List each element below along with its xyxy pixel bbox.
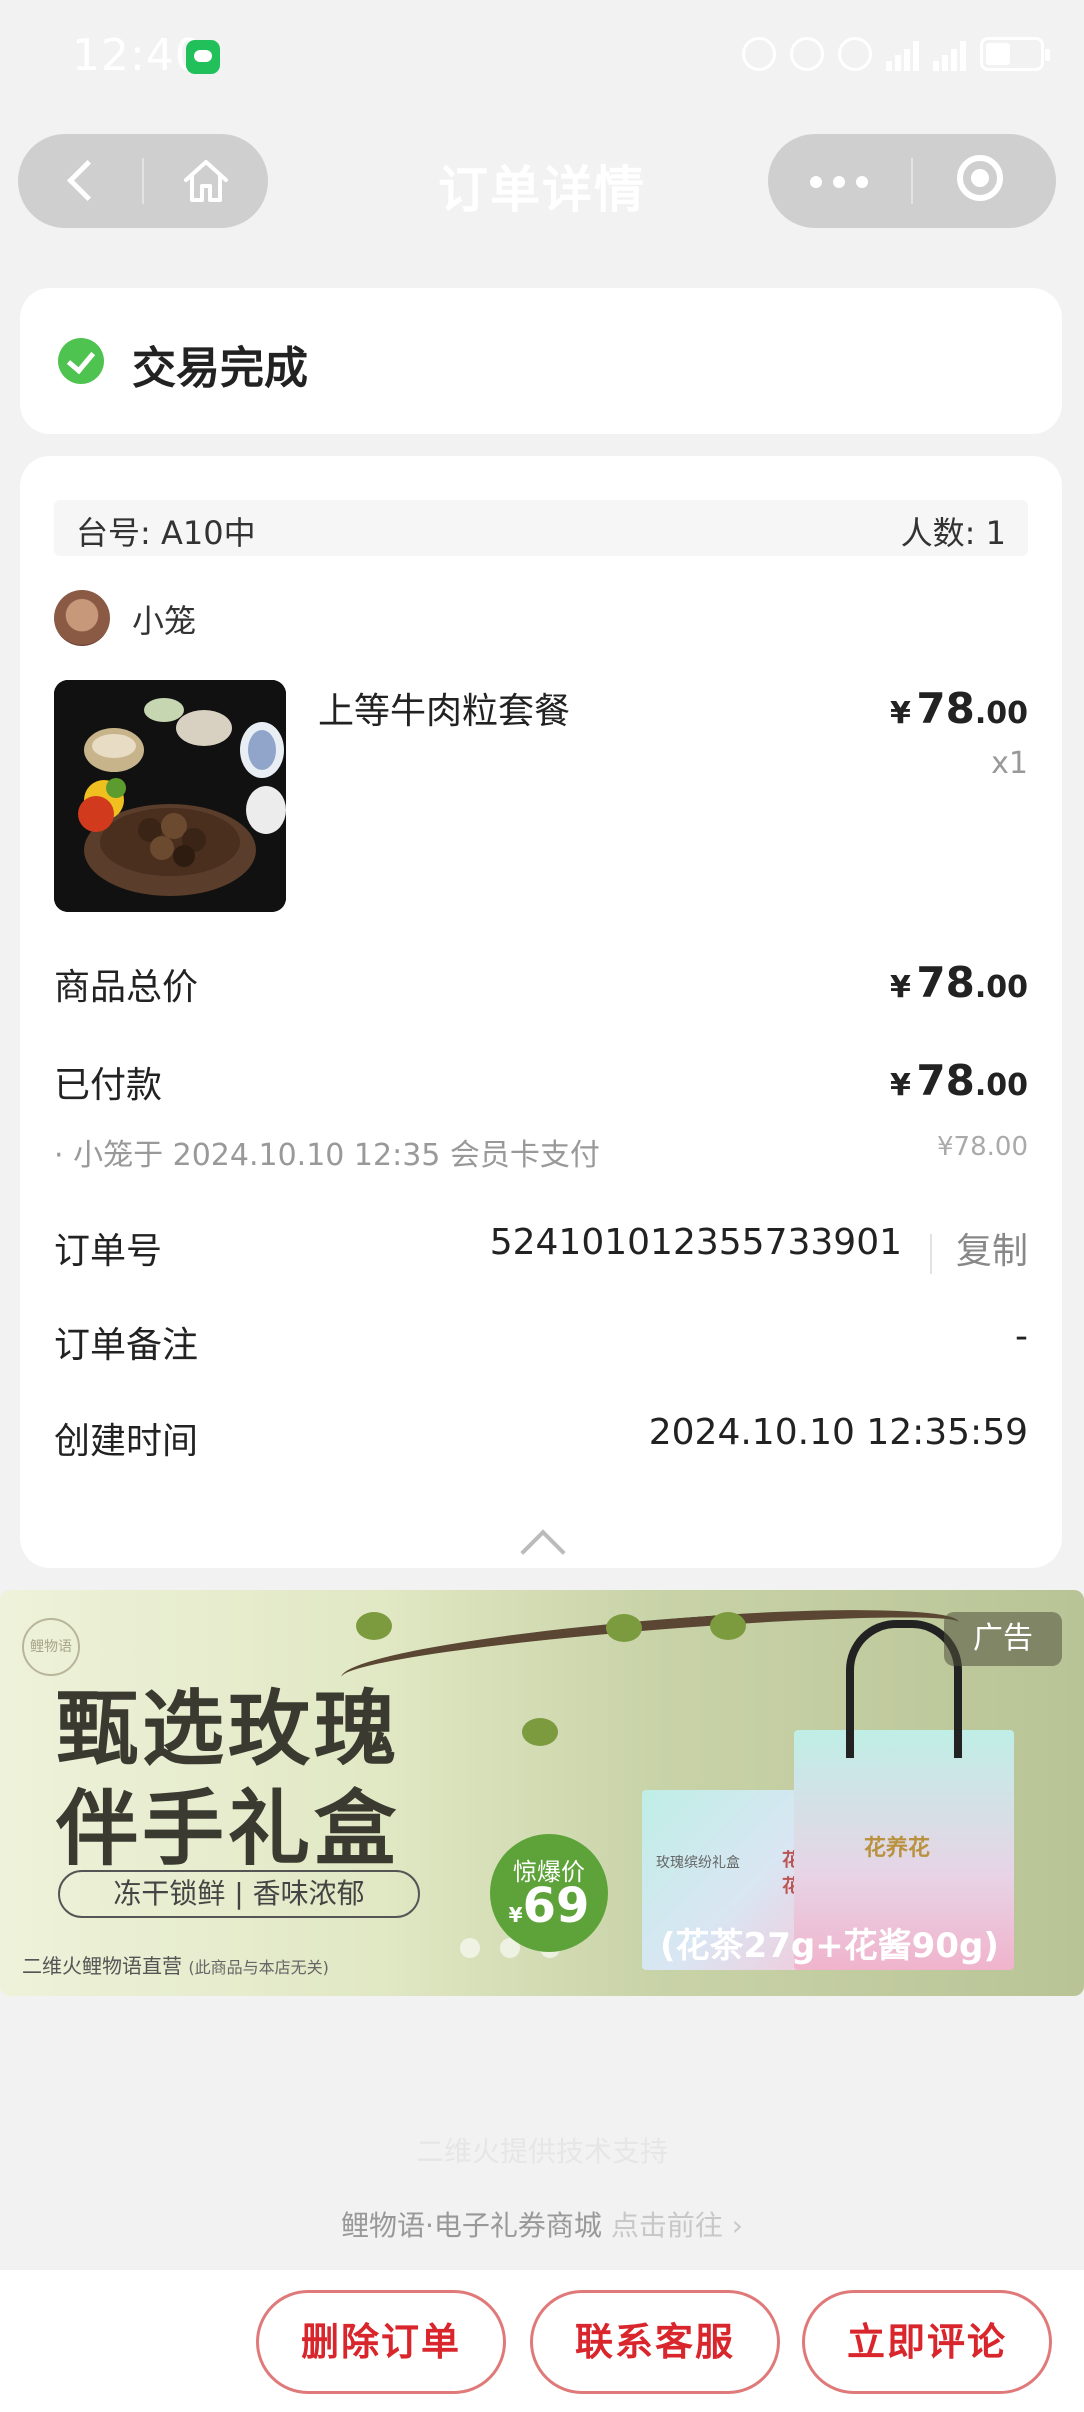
- ad-footer-text: 二维火鲤物语直营: [22, 1954, 182, 1978]
- table-number: 台号: A10中: [76, 514, 256, 552]
- ad-title: 甄选玫瑰 伴手礼盒: [56, 1680, 400, 1880]
- ad-banner[interactable]: 鲤物语 甄选玫瑰 伴手礼盒 冻干锁鲜 | 香味浓郁 二维火鲤物语直营 (此商品与…: [0, 1590, 1084, 1996]
- total-decimal: .00: [974, 970, 1028, 1005]
- status-icons: [742, 34, 1050, 74]
- ad-badge-price: ¥69: [508, 1878, 590, 1934]
- paid-price: ¥ 78.00: [890, 1056, 1028, 1105]
- ad-price-badge: 惊爆价 ¥69: [490, 1834, 608, 1952]
- price-currency: ¥: [889, 696, 911, 731]
- avatar: [54, 590, 110, 646]
- moss-decoration: [522, 1718, 558, 1746]
- user-name: 小笼: [132, 602, 197, 640]
- ad-title-line2: 伴手礼盒: [56, 1782, 401, 1877]
- ad-footer-note: (此商品与本店无关): [188, 1958, 329, 1977]
- product-price: ¥ 78.00: [890, 684, 1028, 733]
- mute-icon: [838, 37, 872, 71]
- mall-link-text: 鲤物语·电子礼券商城: [341, 2209, 602, 2242]
- nav-capsule-right: [768, 134, 1056, 228]
- ad-subtitle: (花茶27g+花酱90g): [660, 1926, 999, 1966]
- bluetooth-icon: [790, 37, 824, 71]
- signal-icon-2: [933, 37, 966, 71]
- copy-button[interactable]: 复制: [956, 1222, 1028, 1274]
- paid-currency: ¥: [889, 1068, 911, 1103]
- status-time: 12:40: [72, 30, 204, 81]
- check-icon: [58, 338, 104, 384]
- signal-icon: [886, 37, 919, 71]
- wechat-icon: [186, 40, 220, 74]
- product-image[interactable]: [54, 680, 286, 912]
- status-bar: 12:40: [0, 0, 1084, 110]
- payment-detail-amount: ¥78.00: [937, 1132, 1028, 1162]
- total-label: 商品总价: [54, 967, 199, 1008]
- delete-order-button[interactable]: 删除订单: [256, 2290, 506, 2394]
- total-integer: 78: [916, 958, 975, 1007]
- ad-feature-pill: 冻干锁鲜 | 香味浓郁: [58, 1870, 420, 1918]
- order-detail-card: 台号: A10中 人数: 1 小笼 上等牛肉粒套餐 ¥ 78.00 x1 商品总…: [20, 456, 1062, 1568]
- more-icon[interactable]: [768, 134, 911, 228]
- moss-decoration: [606, 1614, 642, 1642]
- created-time-label: 创建时间: [54, 1421, 199, 1462]
- gift-box-label: 玫瑰缤纷礼盒: [656, 1855, 740, 1871]
- total-price: ¥ 78.00: [890, 958, 1028, 1007]
- review-button[interactable]: 立即评论: [802, 2290, 1052, 2394]
- created-time-value: 2024.10.10 12:35:59: [648, 1412, 1028, 1453]
- close-miniprogram-icon[interactable]: [913, 134, 1056, 228]
- order-status-card: 交易完成: [20, 288, 1062, 434]
- people-count: 人数: 1: [900, 514, 1006, 552]
- ad-tag: 广告: [944, 1612, 1062, 1666]
- product-quantity: x1: [991, 746, 1028, 781]
- price-decimal: .00: [974, 696, 1028, 731]
- mall-link-action[interactable]: 点击前往 ›: [611, 2209, 743, 2242]
- remark-label: 订单备注: [54, 1325, 199, 1366]
- gift-bag-brand: 花养花: [864, 1836, 931, 1861]
- moss-decoration: [710, 1612, 746, 1640]
- battery-icon: [980, 37, 1050, 71]
- alarm-icon: [742, 37, 776, 71]
- ad-title-line1: 甄选玫瑰: [56, 1682, 401, 1777]
- payment-detail: · 小笼于 2024.10.10 12:35 会员卡支付: [54, 1138, 600, 1173]
- tech-support-text: 二维火提供技术支持: [415, 2135, 668, 2168]
- paid-integer: 78: [916, 1056, 975, 1105]
- moss-decoration: [356, 1612, 392, 1640]
- order-number-label: 订单号: [54, 1231, 163, 1272]
- price-integer: 78: [916, 684, 975, 733]
- contact-service-button[interactable]: 联系客服: [530, 2290, 780, 2394]
- product-name: 上等牛肉粒套餐: [318, 691, 571, 732]
- remark-value: -: [1015, 1316, 1028, 1357]
- order-status-text: 交易完成: [132, 343, 308, 394]
- ad-footer: 二维火鲤物语直营 (此商品与本店无关): [22, 1950, 329, 1979]
- table-info-bar: 台号: A10中 人数: 1: [54, 500, 1028, 556]
- paid-label: 已付款: [54, 1065, 163, 1106]
- order-number: 524101012355733901: [489, 1222, 902, 1263]
- ad-brand-logo: 鲤物语: [22, 1618, 80, 1676]
- copy-divider: [930, 1234, 932, 1274]
- mall-link[interactable]: 鲤物语·电子礼券商城 点击前往 ›: [0, 2204, 1084, 2244]
- collapse-chevron-icon[interactable]: [521, 1522, 561, 1562]
- total-currency: ¥: [889, 970, 911, 1005]
- paid-decimal: .00: [974, 1068, 1028, 1103]
